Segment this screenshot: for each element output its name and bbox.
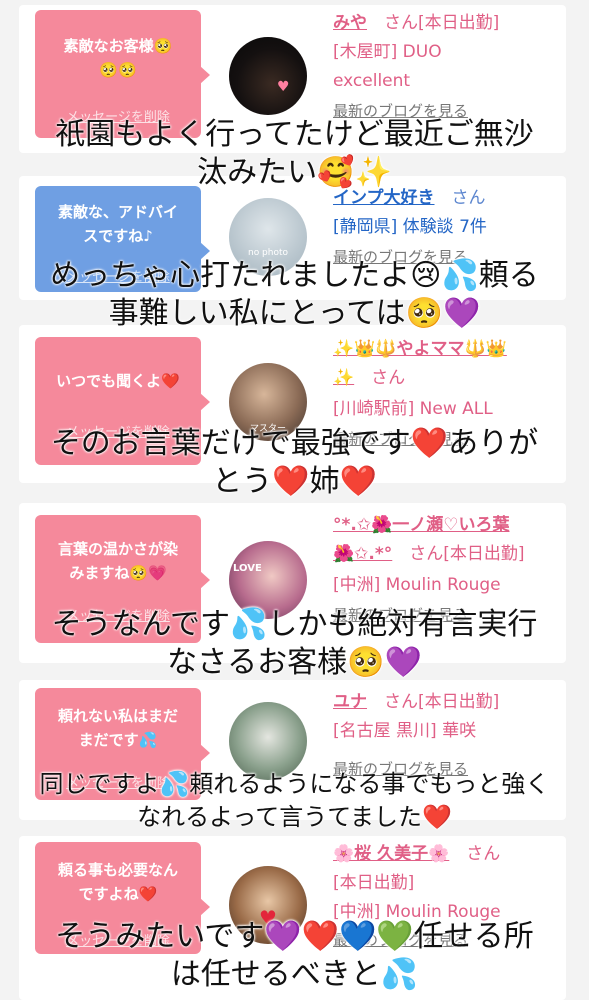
honorific: さん	[409, 544, 444, 564]
shop-info: [名古屋 黒川] 華咲	[333, 721, 477, 741]
honorific: さん	[466, 844, 501, 864]
status-tag: [本日出勤]	[443, 544, 525, 564]
shop-info: [木屋町] DUO	[333, 42, 442, 62]
honorific: さん	[371, 368, 406, 388]
caption-line: そうなんです💦しかも絶対有言実行	[51, 607, 538, 642]
bubble-text: 🥺🥺	[99, 61, 137, 79]
avatar-badge-text: LOVE	[233, 563, 262, 574]
caption-text: そうなんです💦しかも絶対有言実行 なさるお客様🥺💜	[0, 606, 589, 682]
profile-name-link[interactable]: °*.✩🌺一ノ瀬♡いろ葉	[333, 515, 510, 535]
profile-info: みや さん[本日出勤] [木屋町] DUO excellent 最新のブログを見…	[333, 9, 558, 121]
caption-line: とう❤️姉❤️	[212, 464, 377, 499]
bubble-text: 言葉の温かさが染	[57, 540, 178, 558]
status-tag: [本日出勤]	[418, 13, 500, 33]
shop-info: [川崎駅前] New ALL	[333, 399, 493, 419]
honorific: さん	[384, 692, 418, 712]
caption-line: そうみたいです💜❤️💙💚任せる所	[55, 919, 534, 954]
profile-name-link[interactable]: みや	[333, 13, 367, 33]
bubble-text: 素敵なお客様🥺	[63, 37, 173, 55]
bubble-text: スですね♪	[83, 227, 153, 245]
caption-line: 汰みたい🥰✨	[197, 155, 392, 190]
caption-line: なれるよって言うてました❤️	[137, 803, 452, 831]
bubble-text: いつでも聞くよ❤️	[56, 372, 180, 390]
bubble-text: 頼る事も必要なん	[57, 861, 178, 879]
profile-name-link[interactable]: ✨👑🔱やよママ🔱👑	[333, 339, 507, 359]
status-tag: [本日出勤]	[418, 692, 500, 712]
status-tag: [本日出勤]	[333, 873, 415, 893]
profile-info: ユナ さん[本日出勤] [名古屋 黒川] 華咲 最新のブログを見る	[333, 688, 558, 779]
caption-line: は任せるべきと💦	[170, 957, 419, 992]
honorific: さん	[384, 13, 418, 33]
caption-text: そうみたいです💜❤️💙💚任せる所 は任せるべきと💦	[0, 918, 589, 994]
bubble-text: ですよね❤️	[78, 885, 158, 903]
heart-sticker-icon: ♥	[277, 79, 290, 95]
caption-line: 同じですよ💦頼れるようになる事でもっと強く	[39, 770, 550, 798]
profile-name-link[interactable]: 🌺✩.*°	[333, 544, 392, 564]
caption-text: 祇園もよく行ってたけど最近ご無沙 汰みたい🥰✨	[0, 116, 589, 192]
profile-name-link[interactable]: ユナ	[333, 692, 367, 712]
profile-info: インプ大好き さん [静岡県] 体験談 7件 最新のブログを見る	[333, 184, 558, 267]
caption-text: そのお言葉だけで最強です❤️ありが とう❤️姉❤️	[0, 425, 589, 501]
caption-line: 祇園もよく行ってたけど最近ご無沙	[55, 117, 534, 152]
shop-info: [中洲] Moulin Rouge	[333, 575, 501, 595]
profile-name-link[interactable]: 🌸桜 久美子🌸	[333, 844, 449, 864]
shop-info: [静岡県] 体験談 7件	[333, 217, 487, 237]
caption-line: 事難しい私にとっては🥺💜	[108, 296, 481, 331]
caption-line: なさるお客様🥺💜	[167, 645, 422, 680]
caption-line: そのお言葉だけで最強です❤️ありが	[50, 426, 539, 461]
bubble-text: 頼れない私はまだ	[57, 707, 178, 725]
caption-text: めっちゃ心打たれましたよ😢💦頼る 事難しい私にとっては🥺💜	[0, 257, 589, 333]
caption-text: 同じですよ💦頼れるようになる事でもっと強く なれるよって言うてました❤️	[0, 768, 589, 834]
bubble-text: みますね🥺💗	[69, 564, 167, 582]
caption-line: めっちゃ心打たれましたよ😢💦頼る	[50, 258, 539, 293]
profile-name-link[interactable]: ✨	[333, 368, 354, 388]
shop-info: excellent	[333, 71, 411, 91]
bubble-text: まだです💦	[78, 731, 158, 749]
avatar[interactable]: ♥	[229, 37, 307, 115]
